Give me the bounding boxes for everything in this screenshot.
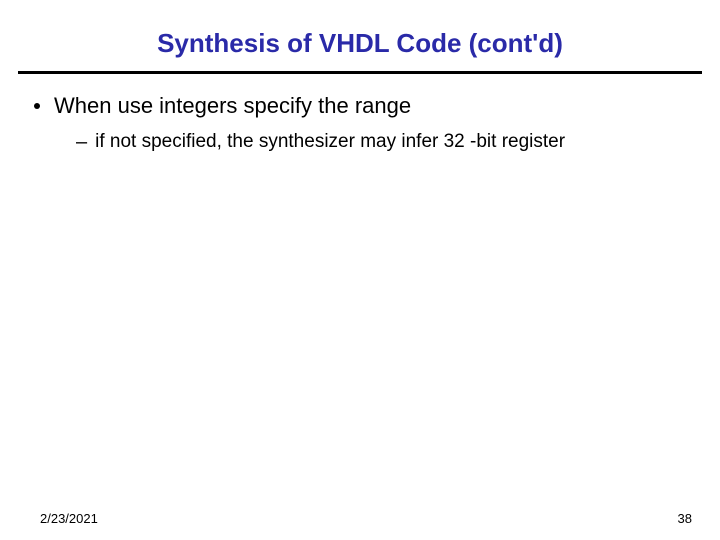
body: When use integers specify the range – if… (0, 74, 720, 154)
slide: Synthesis of VHDL Code (cont'd) When use… (0, 0, 720, 540)
bullet-level-2: – if not specified, the synthesizer may … (74, 130, 692, 154)
bullet-dot-icon (34, 103, 40, 109)
footer: 2/23/2021 38 (0, 511, 720, 526)
bullet-level-1-text: When use integers specify the range (54, 92, 411, 120)
bullet-level-1: When use integers specify the range (28, 92, 692, 120)
bullet-dash-icon: – (76, 130, 87, 154)
slide-title: Synthesis of VHDL Code (cont'd) (20, 28, 700, 59)
title-wrap: Synthesis of VHDL Code (cont'd) (0, 0, 720, 69)
footer-date: 2/23/2021 (40, 511, 98, 526)
bullet-level-2-text: if not specified, the synthesizer may in… (95, 130, 565, 154)
footer-page-number: 38 (678, 511, 692, 526)
